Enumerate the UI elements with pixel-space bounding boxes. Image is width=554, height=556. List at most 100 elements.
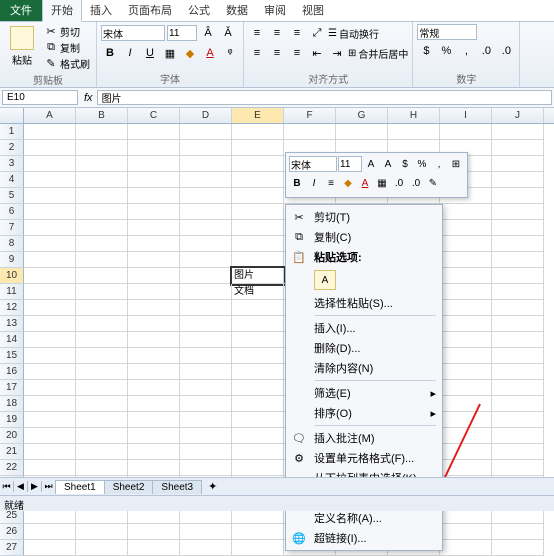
cell[interactable] xyxy=(76,540,128,556)
cell[interactable] xyxy=(232,140,284,156)
decrease-indent-icon[interactable]: ⇤ xyxy=(308,44,326,62)
cell[interactable] xyxy=(180,252,232,268)
cell[interactable] xyxy=(128,124,180,140)
cell[interactable] xyxy=(492,268,544,284)
cell[interactable] xyxy=(232,444,284,460)
mini-decimal-dec-icon[interactable]: .0 xyxy=(408,175,424,191)
tab-page-layout[interactable]: 页面布局 xyxy=(120,0,180,21)
cell[interactable] xyxy=(492,396,544,412)
decrease-decimal-icon[interactable]: .0 xyxy=(497,42,515,60)
row-header[interactable]: 13 xyxy=(0,316,24,332)
cell[interactable] xyxy=(232,236,284,252)
ctx-clear[interactable]: 清除内容(N) xyxy=(288,358,440,378)
cell[interactable] xyxy=(128,412,180,428)
sheet-nav-last[interactable]: ⏭ xyxy=(42,481,56,492)
cell[interactable] xyxy=(76,524,128,540)
cell[interactable] xyxy=(492,380,544,396)
cell[interactable] xyxy=(180,220,232,236)
fx-icon[interactable]: fx xyxy=(80,92,97,104)
tab-review[interactable]: 审阅 xyxy=(256,0,294,21)
cell[interactable] xyxy=(440,220,492,236)
mini-align-icon[interactable]: ≡ xyxy=(323,175,339,191)
cell[interactable] xyxy=(492,124,544,140)
ctx-copy[interactable]: ⧉复制(C) xyxy=(288,227,440,247)
cell[interactable] xyxy=(232,124,284,140)
align-center-icon[interactable]: ≡ xyxy=(268,44,286,62)
cell[interactable] xyxy=(492,428,544,444)
cell[interactable] xyxy=(492,252,544,268)
cell[interactable] xyxy=(180,428,232,444)
cell[interactable] xyxy=(492,524,544,540)
sheet-tab[interactable]: Sheet3 xyxy=(152,480,202,494)
cell[interactable] xyxy=(232,428,284,444)
row-header[interactable]: 11 xyxy=(0,284,24,300)
mini-fill-icon[interactable]: ◆ xyxy=(340,175,356,191)
cell[interactable] xyxy=(76,380,128,396)
column-header[interactable]: D xyxy=(180,108,232,123)
cell[interactable] xyxy=(24,540,76,556)
row-header[interactable]: 16 xyxy=(0,364,24,380)
tab-data[interactable]: 数据 xyxy=(218,0,256,21)
cell[interactable] xyxy=(492,140,544,156)
tab-home[interactable]: 开始 xyxy=(42,0,82,22)
cell[interactable] xyxy=(24,428,76,444)
cell[interactable] xyxy=(128,332,180,348)
row-header[interactable]: 8 xyxy=(0,236,24,252)
row-header[interactable]: 3 xyxy=(0,156,24,172)
cell[interactable] xyxy=(24,460,76,476)
cell[interactable] xyxy=(180,268,232,284)
cell[interactable] xyxy=(388,124,440,140)
font-color-button[interactable]: A xyxy=(201,44,219,62)
formula-input[interactable] xyxy=(97,90,552,105)
mini-border-icon[interactable]: ▦ xyxy=(374,175,390,191)
mini-format-icon[interactable]: ⊞ xyxy=(448,156,464,172)
cell[interactable] xyxy=(440,444,492,460)
cell[interactable] xyxy=(76,236,128,252)
cell[interactable] xyxy=(24,236,76,252)
cell[interactable] xyxy=(232,172,284,188)
cell[interactable] xyxy=(180,348,232,364)
cell[interactable] xyxy=(76,300,128,316)
cell[interactable] xyxy=(440,204,492,220)
cell[interactable] xyxy=(24,380,76,396)
column-header[interactable]: B xyxy=(76,108,128,123)
cell[interactable] xyxy=(24,444,76,460)
cell[interactable] xyxy=(492,300,544,316)
mini-brush-icon[interactable]: ✎ xyxy=(425,175,441,191)
align-top-icon[interactable]: ≡ xyxy=(248,24,266,42)
cell[interactable] xyxy=(232,380,284,396)
cell[interactable] xyxy=(180,140,232,156)
wrap-text-button[interactable]: ☰自动换行 xyxy=(328,26,379,41)
increase-indent-icon[interactable]: ⇥ xyxy=(328,44,346,62)
cell[interactable] xyxy=(232,364,284,380)
cell[interactable] xyxy=(440,540,492,556)
row-header[interactable]: 26 xyxy=(0,524,24,540)
cell[interactable] xyxy=(24,396,76,412)
cell[interactable] xyxy=(128,188,180,204)
cell[interactable] xyxy=(492,284,544,300)
increase-font-icon[interactable]: Â xyxy=(199,24,217,42)
cell[interactable] xyxy=(24,524,76,540)
column-header[interactable]: C xyxy=(128,108,180,123)
column-header[interactable]: A xyxy=(24,108,76,123)
cell[interactable] xyxy=(492,540,544,556)
align-middle-icon[interactable]: ≡ xyxy=(268,24,286,42)
row-header[interactable]: 19 xyxy=(0,412,24,428)
cell[interactable] xyxy=(128,204,180,220)
sheet-tab[interactable]: Sheet2 xyxy=(104,480,154,494)
cell[interactable] xyxy=(492,236,544,252)
column-header[interactable]: J xyxy=(492,108,544,123)
cell[interactable] xyxy=(24,252,76,268)
cell[interactable] xyxy=(128,220,180,236)
cell[interactable] xyxy=(76,348,128,364)
number-format-select[interactable] xyxy=(417,24,477,40)
cell[interactable] xyxy=(180,364,232,380)
cell[interactable] xyxy=(180,412,232,428)
row-header[interactable]: 17 xyxy=(0,380,24,396)
mini-shrink-font-icon[interactable]: A xyxy=(380,156,396,172)
cell[interactable] xyxy=(128,300,180,316)
ctx-filter[interactable]: 筛选(E)▸ xyxy=(288,383,440,403)
cell[interactable] xyxy=(232,540,284,556)
cell[interactable] xyxy=(440,316,492,332)
cell[interactable] xyxy=(76,220,128,236)
